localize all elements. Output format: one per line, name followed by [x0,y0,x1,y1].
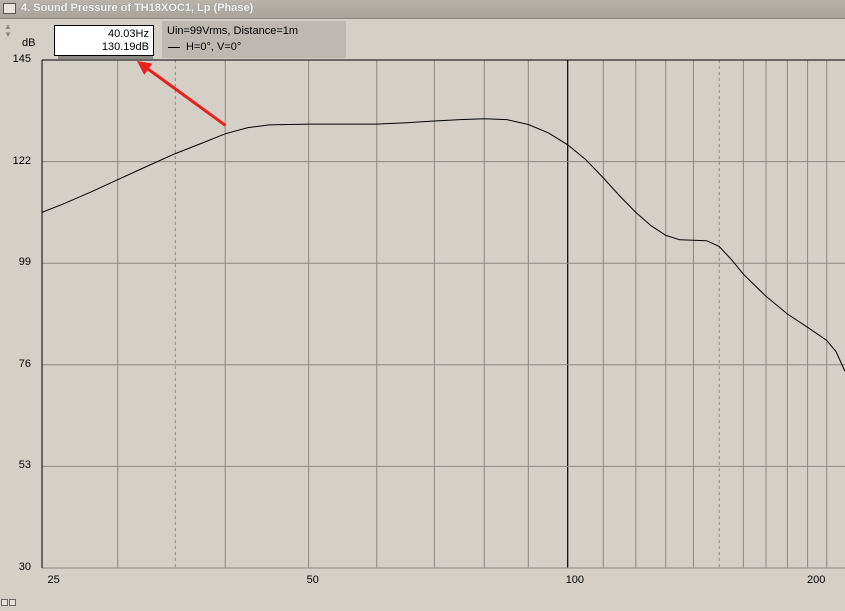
sound-pressure-chart[interactable] [0,0,845,602]
bottom-toolbar [1,593,17,611]
legend-swatch [168,47,180,48]
plot-area [42,60,845,568]
cursor-level: 130.19dB [101,41,149,53]
measurement-info: Uin=99Vrms, Distance=1m [167,25,299,37]
page-icon[interactable] [1,599,8,606]
close-icon[interactable] [9,599,16,606]
chart-legend: Uin=99Vrms, Distance=1m H=0°, V=0° [162,21,346,58]
cursor-readout: 40.03Hz 130.19dB [54,25,154,56]
legend-entry: H=0°, V=0° [186,41,242,53]
cursor-frequency: 40.03Hz [108,28,149,40]
